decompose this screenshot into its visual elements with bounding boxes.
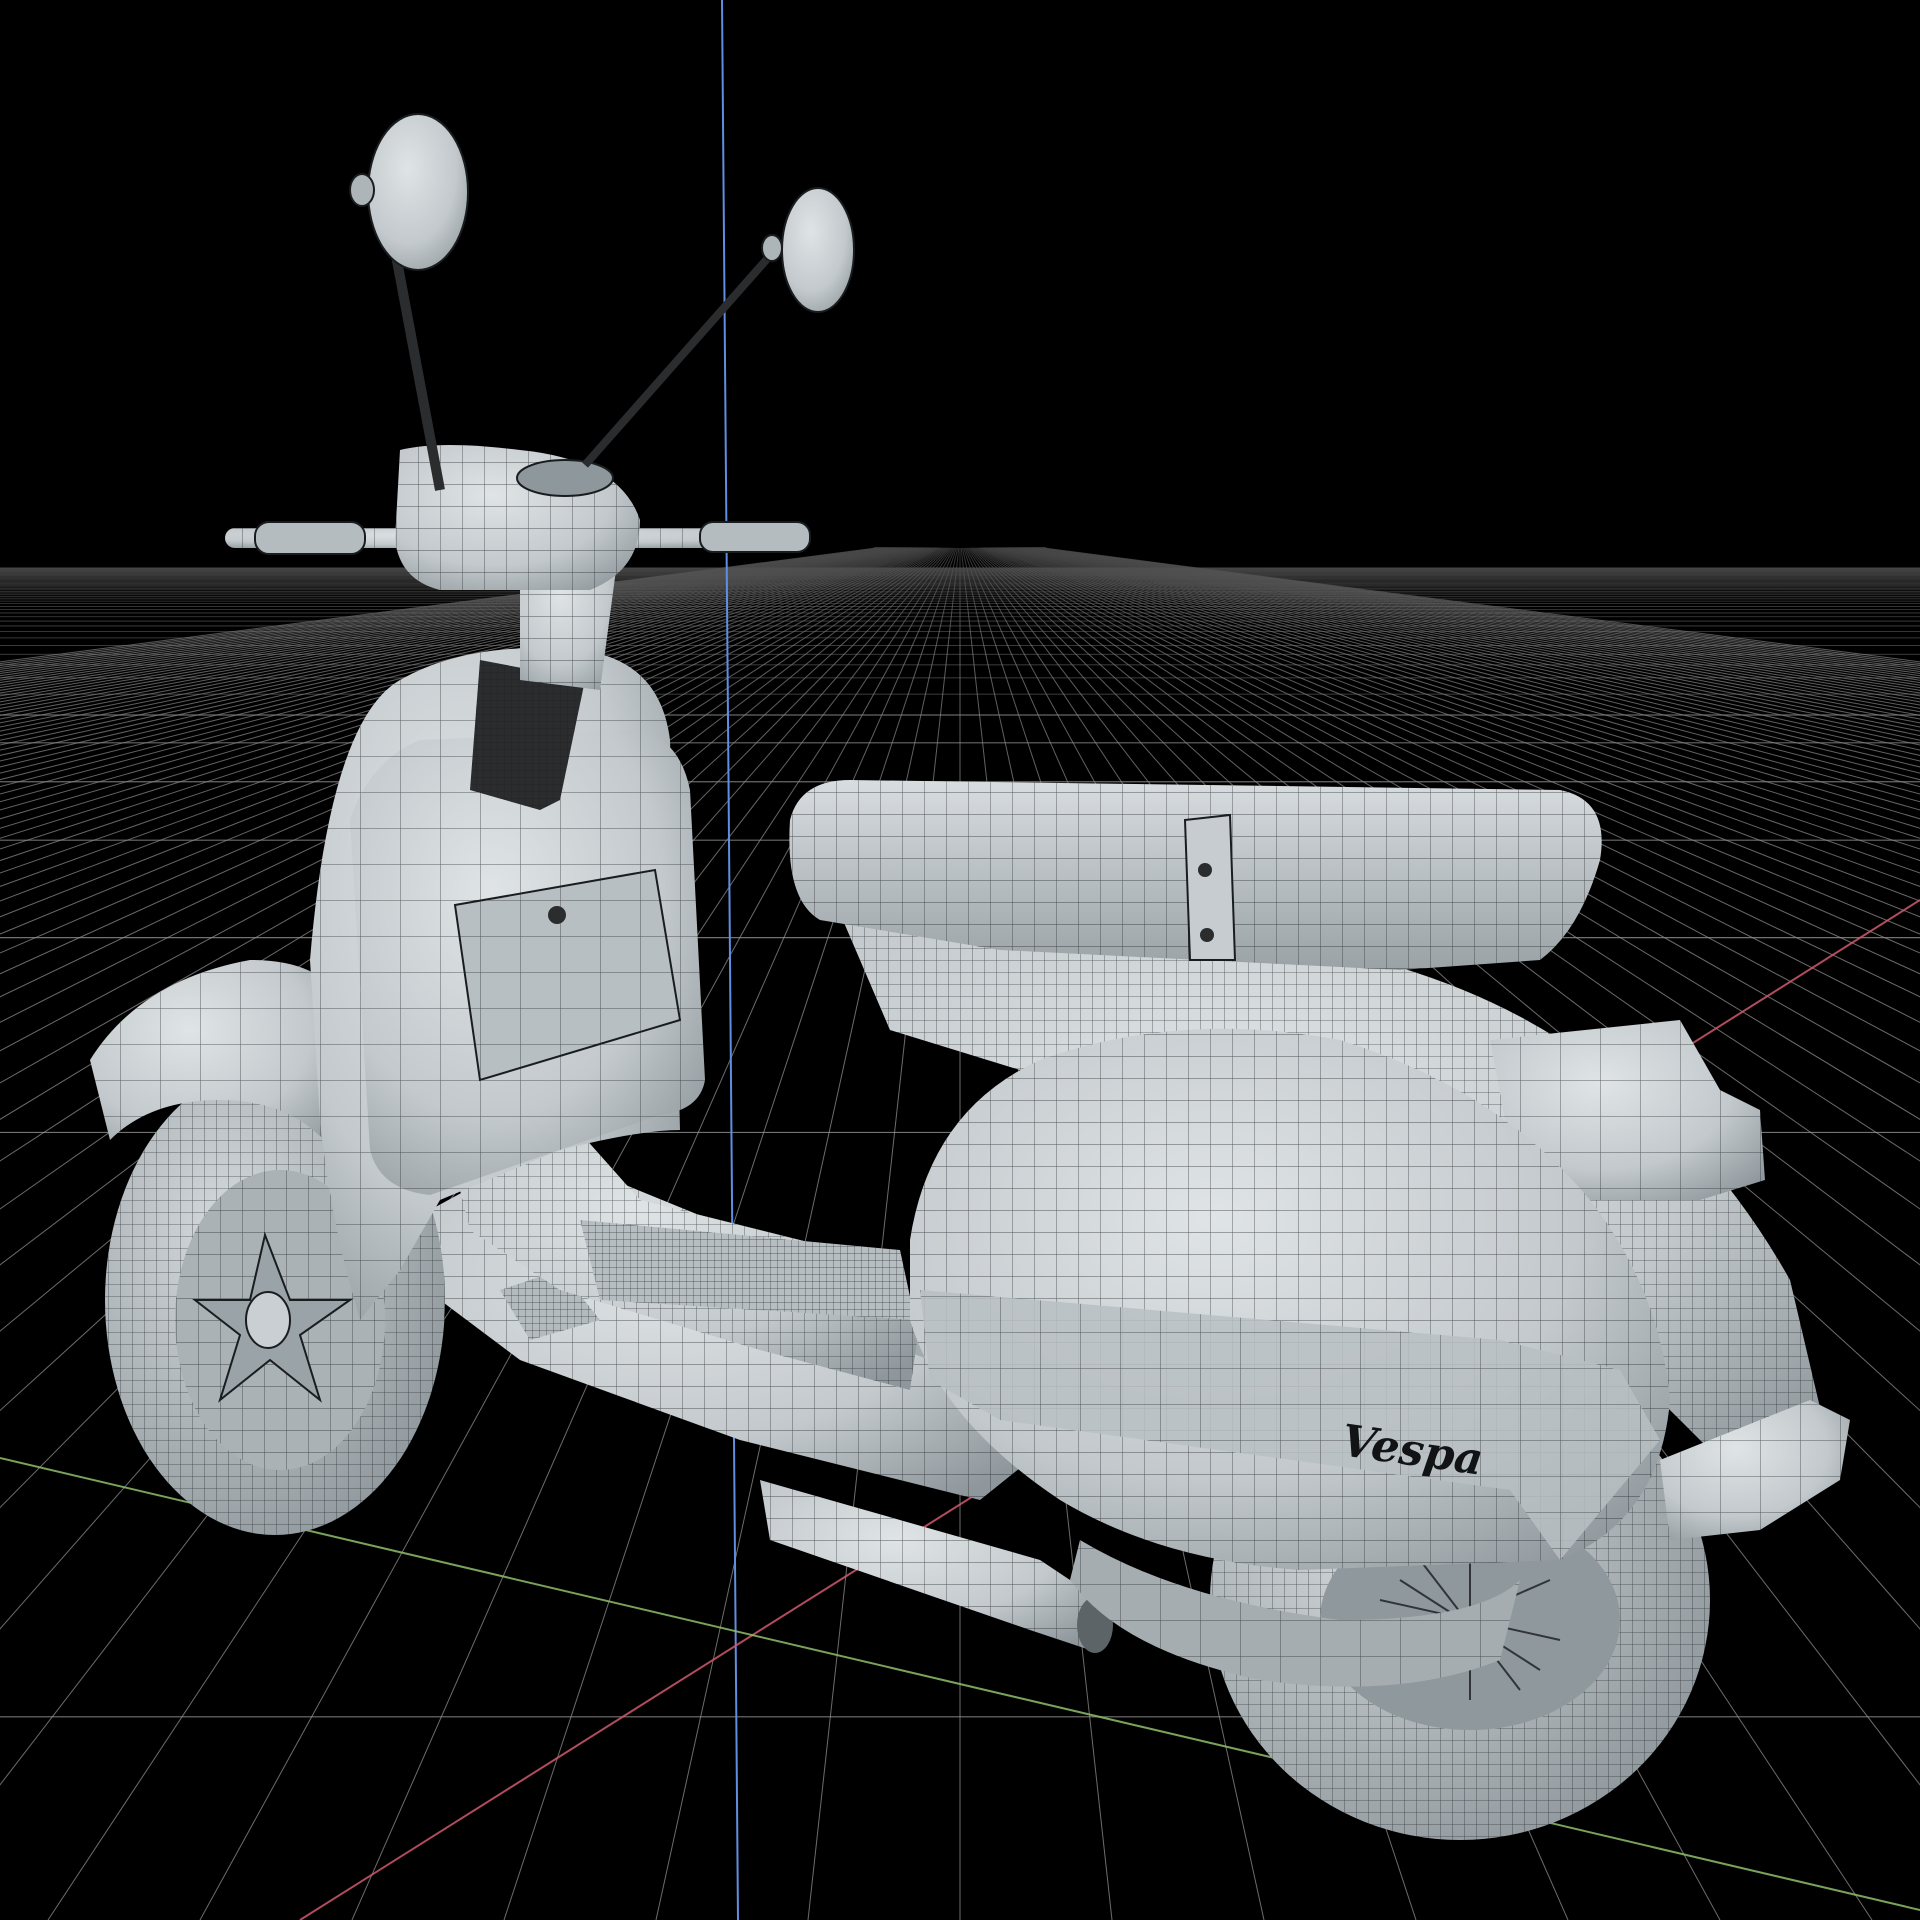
left-grip[interactable] [254,521,366,555]
3d-viewport[interactable]: Vespa [0,0,1920,1920]
speedometer [516,459,614,497]
left-mirror[interactable] [349,113,469,491]
wheel-hub-nut [245,1291,291,1349]
seat-strap-rivet-top [1198,863,1212,877]
glovebox-lock[interactable] [548,906,566,924]
seat-strap-rivet-bottom [1200,928,1214,942]
right-grip[interactable] [699,521,811,553]
right-mirror[interactable] [582,187,855,468]
viewport-canvas[interactable]: Vespa [0,0,1920,1920]
scooter-model[interactable]: Vespa [90,113,1850,1840]
exhaust-muffler[interactable] [760,1480,1113,1653]
